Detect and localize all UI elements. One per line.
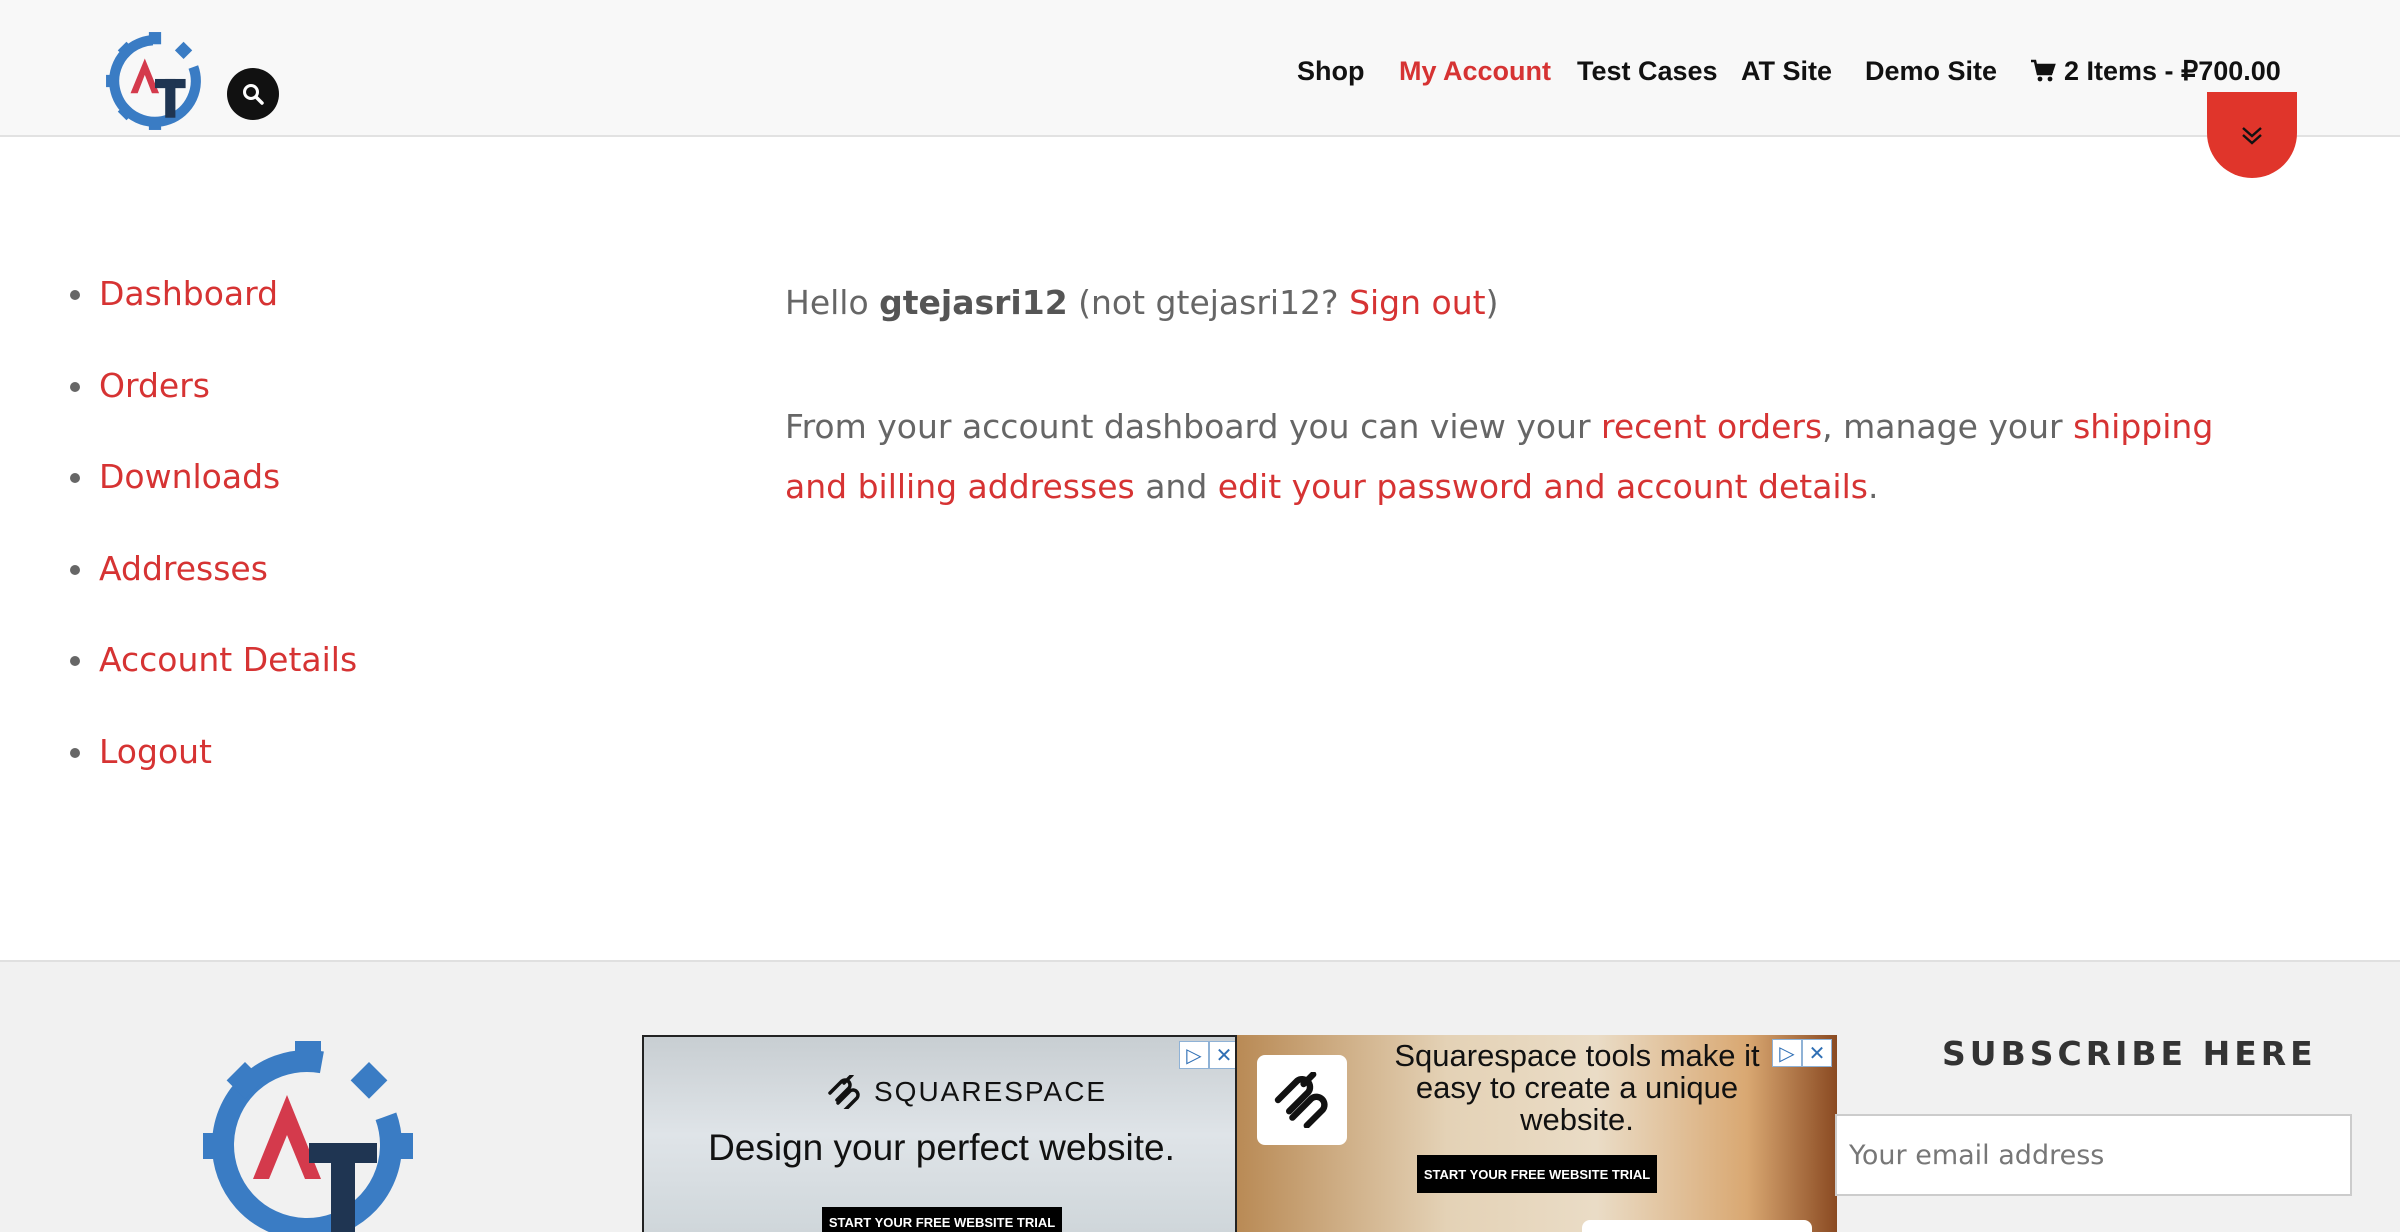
site-header: Shop My Account Test Cases AT Site Demo … <box>0 0 2400 137</box>
nav-my-account[interactable]: My Account <box>1399 56 1551 87</box>
ad-info-icon[interactable]: ▷ <box>1179 1041 1209 1069</box>
ad-banner-squarespace-tools[interactable]: ▷ ✕ Squarespace tools make it easy to cre… <box>1237 1035 1837 1232</box>
nav-demo-site[interactable]: Demo Site <box>1865 56 1997 87</box>
main-nav: Shop My Account Test Cases AT Site Demo … <box>0 0 2400 137</box>
sidebar-link-addresses[interactable]: Addresses <box>99 549 268 588</box>
ad-close-icon[interactable]: ✕ <box>1209 1041 1235 1069</box>
footer-logo[interactable] <box>197 1035 427 1232</box>
sign-out-link[interactable]: Sign out <box>1349 283 1486 322</box>
intro-paragraph: From your account dashboard you can view… <box>785 407 2214 506</box>
ad-cta-button[interactable]: START YOUR FREE WEBSITE TRIAL <box>822 1207 1062 1232</box>
sidebar-link-logout[interactable]: Logout <box>99 732 212 771</box>
ad-cta-button[interactable]: START YOUR FREE WEBSITE TRIAL <box>1417 1155 1657 1193</box>
nav-shop[interactable]: Shop <box>1297 56 1365 87</box>
cart-icon <box>2031 59 2056 82</box>
nav-cart[interactable]: 2 Items - ₽700.00 <box>2030 56 2281 87</box>
ad-close-icon[interactable]: ✕ <box>1802 1039 1832 1067</box>
squarespace-logo-icon <box>828 1075 860 1109</box>
nav-test-cases[interactable]: Test Cases <box>1577 56 1718 87</box>
ad-headline: Design your perfect website. <box>708 1127 1175 1168</box>
cart-summary: 2 Items - ₽700.00 <box>2064 56 2281 86</box>
subscribe-email-input[interactable] <box>1835 1114 2352 1196</box>
squarespace-app-icon <box>1257 1055 1347 1145</box>
ad-headline: Squarespace tools make it easy to create… <box>1394 1038 1760 1137</box>
sidebar-link-orders[interactable]: Orders <box>99 366 210 405</box>
sidebar-link-account-details[interactable]: Account Details <box>99 640 357 679</box>
recent-orders-link[interactable]: recent orders <box>1601 407 1822 446</box>
nav-at-site[interactable]: AT Site <box>1741 56 1832 87</box>
double-chevron-down-icon <box>2242 127 2262 145</box>
collapse-toggle-button[interactable] <box>2207 92 2297 178</box>
subscribe-heading: SUBSCRIBE HERE <box>1942 1034 2317 1073</box>
greeting-paragraph: Hello gtejasri12 (not gtejasri12? Sign o… <box>785 283 1499 322</box>
sidebar-link-downloads[interactable]: Downloads <box>99 457 280 496</box>
dashboard-content: Hello gtejasri12 (not gtejasri12? Sign o… <box>785 273 2255 581</box>
ad-brand: SQUARESPACE <box>824 1075 1107 1109</box>
ad-choices: ▷ ✕ <box>1772 1039 1832 1067</box>
ad-secondary-button[interactable] <box>1582 1220 1812 1232</box>
account-details-link[interactable]: edit your password and account details <box>1218 467 1868 506</box>
username: gtejasri12 <box>879 283 1068 322</box>
sidebar-link-dashboard[interactable]: Dashboard <box>99 274 278 313</box>
ad-banner-squarespace[interactable]: ▷ ✕ SQUARESPACE Design your perfect websi… <box>642 1035 1237 1232</box>
ad-choices: ▷ ✕ <box>1179 1041 1235 1069</box>
